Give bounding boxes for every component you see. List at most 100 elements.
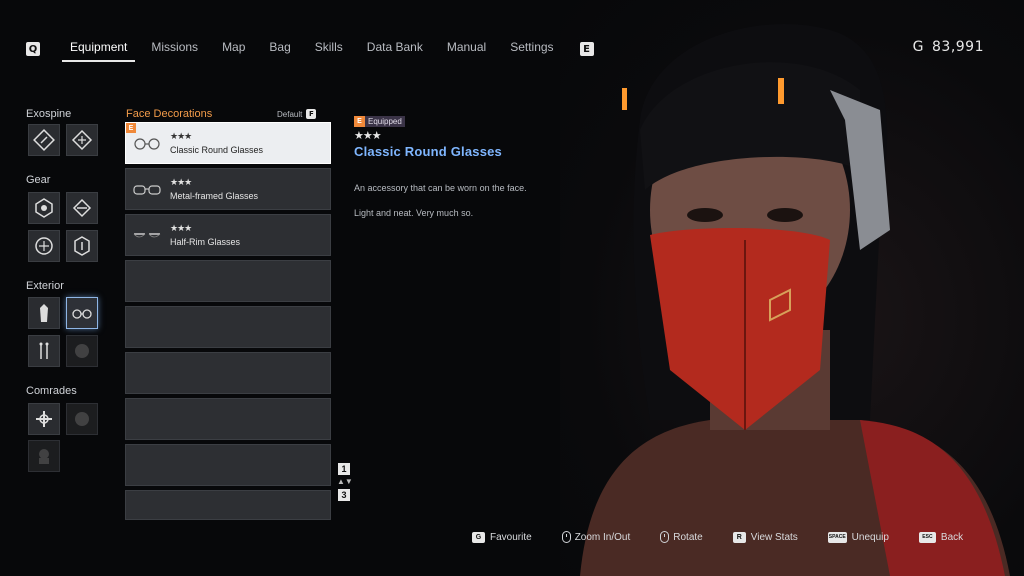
page-arrows-icon[interactable]: ▲▼	[337, 477, 353, 487]
tab-data-bank[interactable]: Data Bank	[355, 36, 435, 62]
glasses-icon	[133, 185, 161, 195]
unequip-key: SPACE	[827, 531, 847, 543]
list-item-empty[interactable]	[125, 306, 331, 348]
gear-slot-1[interactable]	[28, 192, 60, 224]
tab-settings[interactable]: Settings	[498, 36, 565, 62]
favourite-label: Favourite	[490, 531, 532, 543]
list-title: Face Decorations	[126, 108, 213, 120]
page-current[interactable]: 1	[338, 463, 350, 475]
comrade-slot-drone[interactable]	[28, 403, 60, 435]
mouse-wheel-icon	[561, 531, 571, 543]
character-render	[580, 24, 1010, 576]
rotate-control[interactable]: Rotate	[660, 531, 703, 543]
glasses-icon	[133, 233, 161, 238]
gear-slot-2[interactable]	[66, 192, 98, 224]
list-item-empty[interactable]	[125, 398, 331, 440]
sort-key[interactable]: F	[306, 109, 317, 119]
gear-slot-4[interactable]	[66, 230, 98, 262]
suit-icon	[40, 304, 48, 322]
page-total[interactable]: 3	[338, 489, 350, 501]
category-title-exterior: Exterior	[26, 280, 64, 292]
list-item-half-rim-glasses[interactable]: ★★★ Half-Rim Glasses	[125, 214, 331, 256]
exospine-module-icon	[33, 129, 55, 151]
view-stats-control[interactable]: R View Stats	[732, 531, 798, 543]
exterior-slot-suit[interactable]	[28, 297, 60, 329]
equipped-badge: E	[126, 123, 136, 133]
category-title-exospine: Exospine	[26, 108, 72, 120]
currency-icon: G	[912, 39, 924, 55]
unequip-label: Unequip	[851, 531, 889, 543]
detail-description: An accessory that can be worn on the fac…	[354, 183, 527, 193]
favourite-key: G	[472, 531, 485, 543]
list-item-metal-framed-glasses[interactable]: ★★★ Metal-framed Glasses	[125, 168, 331, 210]
exterior-slot-hair[interactable]	[66, 335, 98, 367]
category-title-comrades: Comrades	[26, 385, 77, 397]
glasses-icon	[72, 309, 92, 319]
back-label: Back	[940, 531, 964, 543]
tab-manual[interactable]: Manual	[435, 36, 498, 62]
list-item-empty[interactable]	[125, 444, 331, 486]
zoom-label: Zoom In/Out	[574, 531, 631, 543]
stats-key: R	[732, 531, 746, 543]
rotate-label: Rotate	[673, 531, 703, 543]
back-key: ESC	[918, 531, 936, 543]
item-rarity-stars: ★★★	[170, 223, 192, 233]
tab-bag[interactable]: Bag	[257, 36, 302, 62]
drone-icon	[36, 411, 52, 427]
sort-control[interactable]: Default F	[277, 109, 317, 119]
comrade-icon	[75, 412, 89, 426]
sort-label: Default	[277, 109, 303, 119]
comrade-slot-3[interactable]	[28, 440, 60, 472]
equipped-tag: E Equipped	[354, 116, 405, 127]
back-control[interactable]: ESC Back	[918, 531, 964, 543]
currency-amount: 83,991	[932, 39, 984, 55]
item-rarity-stars: ★★★	[170, 177, 192, 187]
exterior-slot-glasses[interactable]	[66, 297, 98, 329]
exospine-slot-1[interactable]	[28, 124, 60, 156]
exterior-slot-earrings[interactable]	[28, 335, 60, 367]
exospine-slot-2[interactable]	[66, 124, 98, 156]
mouse-drag-icon	[660, 531, 670, 543]
list-item-empty[interactable]	[125, 490, 331, 520]
glasses-icon	[134, 138, 160, 150]
tab-map[interactable]: Map	[210, 36, 257, 62]
top-navigation: Q Equipment Missions Map Bag Skills Data…	[26, 36, 594, 62]
item-name: Classic Round Glasses	[170, 145, 264, 155]
list-item-empty[interactable]	[125, 260, 331, 302]
earrings-icon	[39, 342, 49, 359]
tab-equipment[interactable]: Equipment	[58, 36, 139, 62]
item-detail-panel: E Equipped ★★★ Classic Round Glasses An …	[354, 110, 574, 218]
gear-module-icon	[74, 236, 90, 256]
comrade-icon	[39, 449, 49, 464]
category-title-gear: Gear	[26, 174, 51, 186]
stats-label: View Stats	[750, 531, 798, 543]
item-rarity-stars: ★★★	[170, 131, 192, 141]
list-item-empty[interactable]	[125, 352, 331, 394]
page-indicator: 1 ▲▼ 3	[337, 463, 353, 501]
comrade-slot-2[interactable]	[66, 403, 98, 435]
favourite-control[interactable]: G Favourite	[472, 531, 532, 543]
item-name: Half-Rim Glasses	[170, 237, 241, 247]
equipped-key: E	[354, 116, 365, 127]
currency-display: G 83,991	[913, 39, 984, 55]
exospine-module-icon	[71, 129, 93, 151]
detail-rarity-stars: ★★★	[354, 130, 382, 142]
hair-icon	[75, 344, 89, 358]
gear-module-icon	[35, 237, 53, 255]
tab-missions[interactable]: Missions	[139, 36, 210, 62]
item-name: Metal-framed Glasses	[170, 191, 259, 201]
list-item-classic-round-glasses[interactable]: E ★★★ Classic Round Glasses	[125, 122, 331, 164]
detail-flavor-text: Light and neat. Very much so.	[354, 208, 474, 218]
gear-slot-3[interactable]	[28, 230, 60, 262]
gear-module-icon	[72, 198, 92, 218]
detail-title: Classic Round Glasses	[354, 144, 502, 159]
control-hints: G Favourite Zoom In/Out Rotate R View St…	[472, 531, 963, 543]
character-portrait[interactable]	[560, 0, 1024, 576]
zoom-control[interactable]: Zoom In/Out	[561, 531, 631, 543]
tab-skills[interactable]: Skills	[303, 36, 355, 62]
equipped-label: Equipped	[368, 117, 402, 126]
gear-module-icon	[35, 198, 53, 218]
next-tab-key[interactable]: E	[579, 42, 594, 56]
unequip-control[interactable]: SPACE Unequip	[827, 531, 889, 543]
prev-tab-key[interactable]: Q	[26, 42, 40, 56]
